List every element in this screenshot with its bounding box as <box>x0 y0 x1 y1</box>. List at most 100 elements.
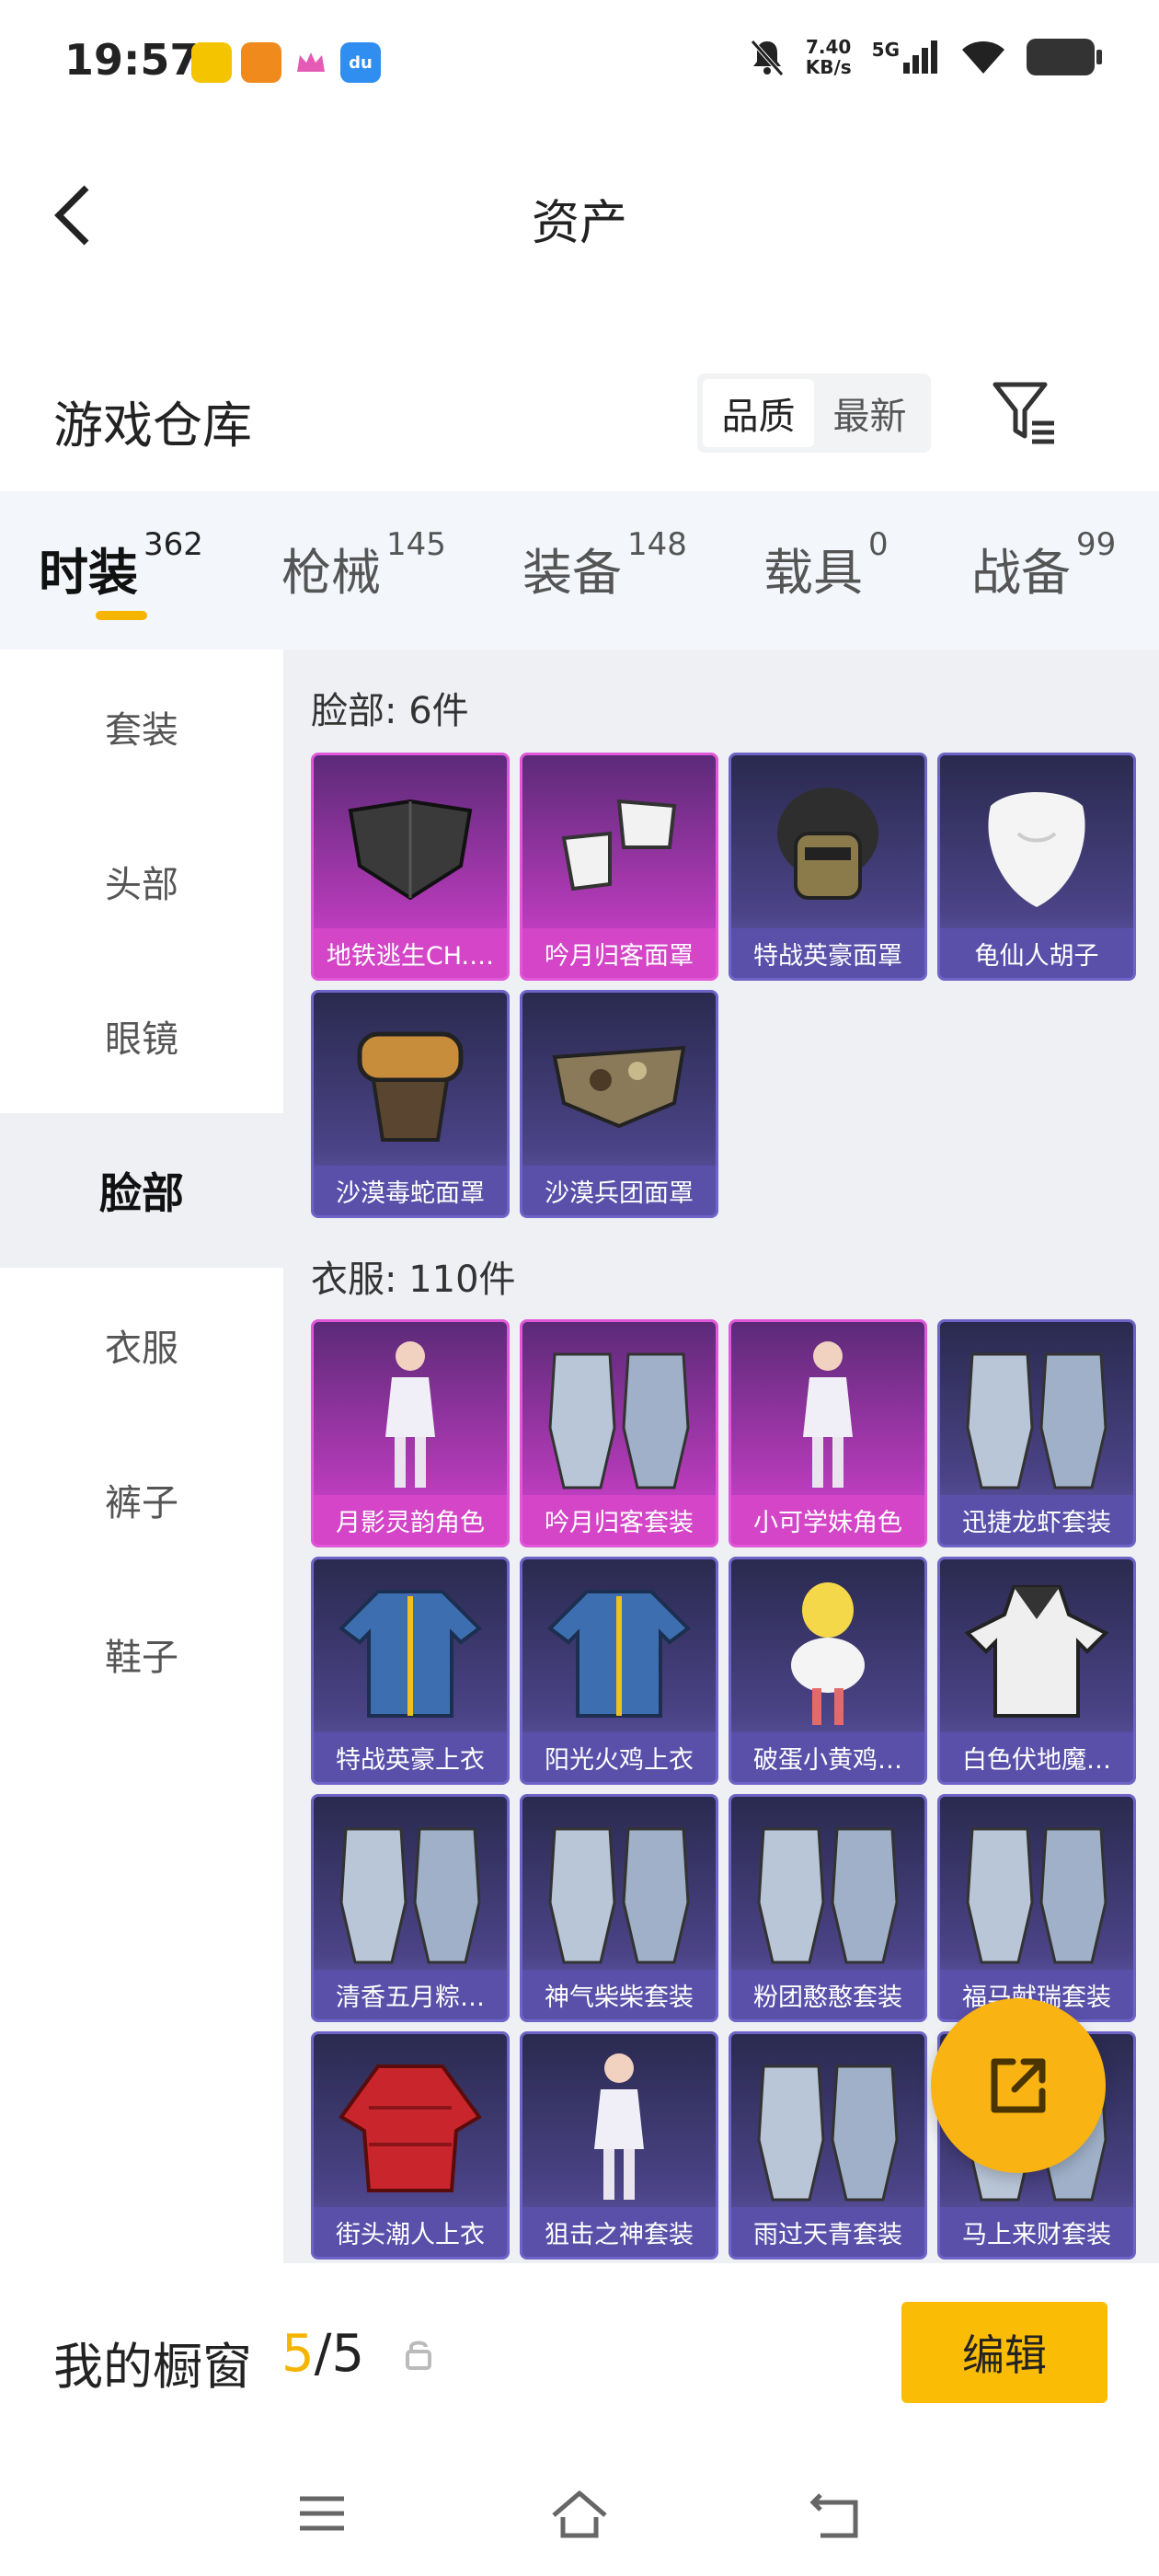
showcase-label: 我的橱窗 <box>53 2338 252 2396</box>
item-card[interactable]: 街头潮人上衣 <box>311 2031 510 2260</box>
sidebar-item-face[interactable]: 脸部 <box>0 1113 283 1268</box>
showcase-count: 5/5 <box>281 2324 364 2384</box>
white-mask-icon <box>522 765 716 930</box>
tab-count: 0 <box>868 526 889 563</box>
item-card[interactable]: 神气柴柴套装 <box>520 1794 718 2022</box>
item-card[interactable]: 特战英豪上衣 <box>311 1557 510 1785</box>
item-card[interactable]: 福马献瑞套装 <box>937 1794 1136 2022</box>
item-card[interactable]: 沙漠兵团面罩 <box>520 990 718 1218</box>
item-card[interactable]: 迅捷龙虾套装 <box>937 1319 1136 1547</box>
item-card[interactable]: 清香五月粽… <box>311 1794 510 2022</box>
sidebar: 套装 头部 眼镜 脸部 衣服 裤子 鞋子 <box>0 650 283 2263</box>
showcase-separator: / <box>314 2324 332 2384</box>
outfit-icon <box>731 2043 924 2209</box>
sidebar-item-shoes[interactable]: 鞋子 <box>0 1577 283 1731</box>
network-type: 5G <box>871 39 900 61</box>
tab-label: 装备 <box>522 544 622 602</box>
item-card[interactable]: 狙击之神套装 <box>520 2031 718 2260</box>
network-speed: 7.40 KB/s <box>806 37 852 77</box>
item-card[interactable]: 吟月归客套装 <box>520 1319 718 1547</box>
sidebar-item-head[interactable]: 头部 <box>0 804 283 959</box>
item-name: 特战英豪上衣 <box>314 1732 507 1782</box>
tab-equipment[interactable]: 装备 148 <box>522 526 687 604</box>
tab-count: 145 <box>386 526 446 563</box>
outfit-icon <box>940 1331 1133 1497</box>
character-icon <box>522 2043 716 2209</box>
sort-option-quality[interactable]: 品质 <box>703 379 814 447</box>
menu-icon[interactable] <box>293 2484 351 2543</box>
item-card[interactable]: 小可学妹角色 <box>729 1319 927 1547</box>
item-name: 清香五月粽… <box>314 1970 507 2019</box>
outfit-icon <box>314 1806 507 1972</box>
item-name: 吟月归客面罩 <box>522 928 716 978</box>
speed-unit: KB/s <box>805 56 852 78</box>
item-name: 破蛋小黄鸡… <box>731 1732 924 1782</box>
item-name: 沙漠兵团面罩 <box>522 1166 716 1215</box>
status-time: 19:57 <box>64 35 200 85</box>
notification-app-icons: du <box>191 42 381 83</box>
item-card[interactable]: 阳光火鸡上衣 <box>520 1557 718 1785</box>
edit-button[interactable]: 编辑 <box>901 2302 1107 2403</box>
item-card[interactable]: 白色伏地魔… <box>937 1557 1136 1785</box>
item-name: 马上来财套装 <box>940 2207 1133 2257</box>
item-name: 神气柴柴套装 <box>522 1970 716 2019</box>
tab-label: 枪械 <box>281 544 381 602</box>
back-nav-icon[interactable] <box>808 2484 866 2543</box>
lock-icon <box>406 2340 431 2370</box>
sidebar-item-clothes[interactable]: 衣服 <box>0 1268 283 1422</box>
tab-fashion[interactable]: 时装 362 <box>39 526 203 604</box>
sidebar-item-pants[interactable]: 裤子 <box>0 1422 283 1577</box>
app-icon-1 <box>191 42 232 83</box>
item-name: 粉团憨憨套装 <box>731 1970 924 2019</box>
crown-icon <box>291 42 331 83</box>
tab-supplies[interactable]: 战备 99 <box>971 526 1116 604</box>
filter-icon[interactable] <box>990 377 1060 447</box>
item-name: 龟仙人胡子 <box>940 928 1133 978</box>
section-title-clothes: 衣服: 110件 <box>311 1259 516 1301</box>
sort-option-latest[interactable]: 最新 <box>814 379 925 447</box>
item-card[interactable]: 沙漠毒蛇面罩 <box>311 990 510 1218</box>
tab-vehicles[interactable]: 载具 0 <box>763 526 889 604</box>
sidebar-item-suit[interactable]: 套装 <box>0 650 283 804</box>
jacket-icon <box>314 1569 507 1734</box>
tab-count: 148 <box>627 526 687 563</box>
signal-icon: 5G <box>871 39 940 74</box>
warehouse-title: 游戏仓库 <box>53 397 252 454</box>
showcase-bar: 我的橱窗 5/5 编辑 <box>0 2263 1159 2576</box>
tab-count: 362 <box>143 526 203 563</box>
item-name: 地铁逃生CH.… <box>314 928 507 978</box>
item-card[interactable]: 雨过天青套装 <box>729 2031 927 2260</box>
system-nav-bar <box>0 2466 1159 2558</box>
item-card[interactable]: 月影灵韵角色 <box>311 1319 510 1547</box>
outfit-icon <box>522 1331 716 1497</box>
item-name: 街头潮人上衣 <box>314 2207 507 2257</box>
goggle-mask-icon <box>314 1002 507 1167</box>
home-icon[interactable] <box>550 2484 609 2543</box>
section-title-face: 脸部: 6件 <box>311 690 469 732</box>
page-title: 资产 <box>531 196 627 251</box>
share-button[interactable] <box>931 1998 1106 2173</box>
sidebar-item-glasses[interactable]: 眼镜 <box>0 959 283 1113</box>
character-icon <box>731 1331 924 1497</box>
chick-costume-icon <box>731 1569 924 1734</box>
active-tab-indicator <box>96 611 147 620</box>
item-card[interactable]: 破蛋小黄鸡… <box>729 1557 927 1785</box>
item-card[interactable]: 吟月归客面罩 <box>520 753 718 981</box>
tab-guns[interactable]: 枪械 145 <box>281 526 446 604</box>
item-name: 阳光火鸡上衣 <box>522 1732 716 1782</box>
sort-toggle: 品质 最新 <box>697 374 931 453</box>
category-tabs: 时装 362 枪械 145 装备 148 载具 0 战备 99 <box>0 491 1159 650</box>
item-name: 雨过天青套装 <box>731 2207 924 2257</box>
camo-mask-icon <box>522 1002 716 1167</box>
item-card[interactable]: 特战英豪面罩 <box>729 753 927 981</box>
item-card[interactable]: 龟仙人胡子 <box>937 753 1136 981</box>
tab-label: 时装 <box>39 544 138 602</box>
item-card[interactable]: 地铁逃生CH.… <box>311 753 510 981</box>
item-name: 狙击之神套装 <box>522 2207 716 2257</box>
helmet-mask-icon <box>731 765 924 930</box>
item-name: 月影灵韵角色 <box>314 1495 507 1545</box>
item-card[interactable]: 粉团憨憨套装 <box>729 1794 927 2022</box>
jacket-icon <box>522 1569 716 1734</box>
speed-value: 7.40 <box>806 36 852 58</box>
item-name: 小可学妹角色 <box>731 1495 924 1545</box>
